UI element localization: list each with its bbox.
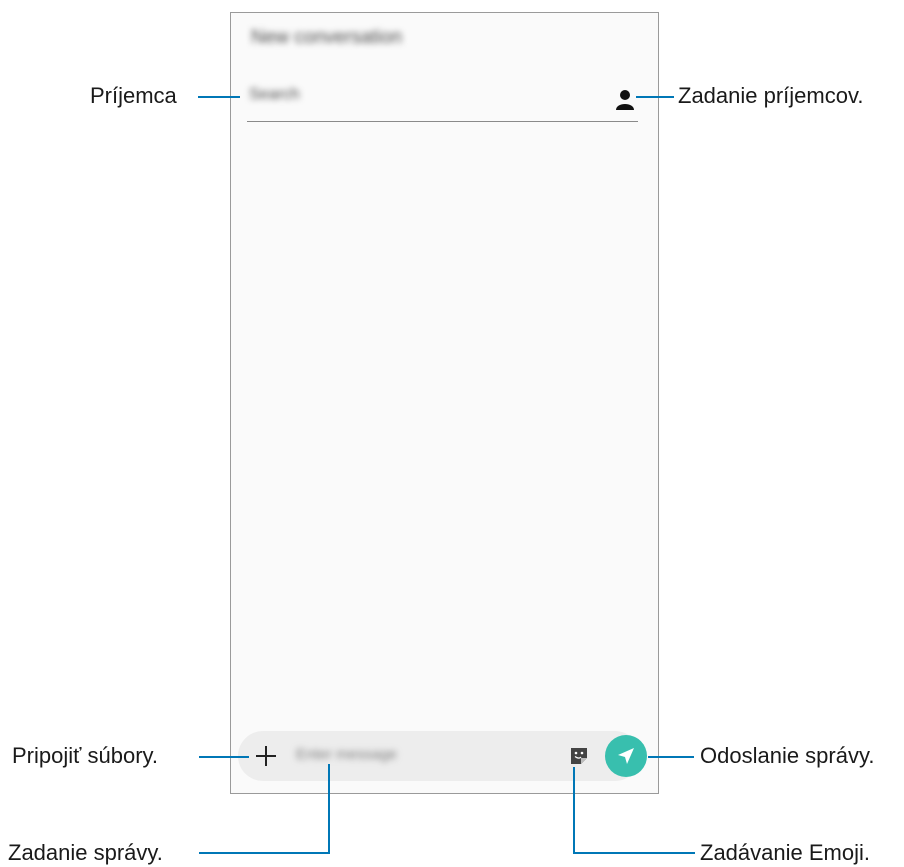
send-button[interactable]: [605, 735, 647, 777]
recipient-divider: [247, 121, 638, 122]
callout-line-enter-emoji-h: [573, 852, 695, 854]
callout-line-attach-files: [199, 756, 249, 758]
screen-title: New conversation: [251, 27, 403, 48]
callout-send-message: Odoslanie správy.: [700, 743, 875, 768]
plus-icon[interactable]: [254, 744, 278, 768]
phone-screen: New conversation Search Enter message: [230, 12, 659, 794]
callout-enter-recipients: Zadanie príjemcov.: [678, 83, 864, 108]
message-input[interactable]: Enter message: [296, 746, 397, 763]
callout-line-enter-recipients: [636, 96, 674, 98]
callout-attach-files: Pripojiť súbory.: [12, 743, 159, 768]
contact-icon[interactable]: [615, 89, 635, 111]
callout-line-send-message: [648, 756, 694, 758]
callout-line-enter-emoji-v: [573, 767, 575, 854]
callout-line-enter-message-v: [328, 764, 330, 854]
send-arrow-icon: [618, 748, 634, 764]
callout-enter-emoji: Zadávanie Emoji.: [700, 840, 870, 865]
recipient-field[interactable]: Search: [249, 86, 300, 104]
callout-recipient: Príjemca: [90, 83, 177, 108]
callout-line-enter-message-h: [199, 852, 330, 854]
emoji-sticker-icon[interactable]: [569, 746, 589, 766]
callout-enter-message: Zadanie správy.: [8, 840, 163, 865]
compose-bar: Enter message: [238, 731, 640, 781]
callout-line-recipient: [198, 96, 240, 98]
